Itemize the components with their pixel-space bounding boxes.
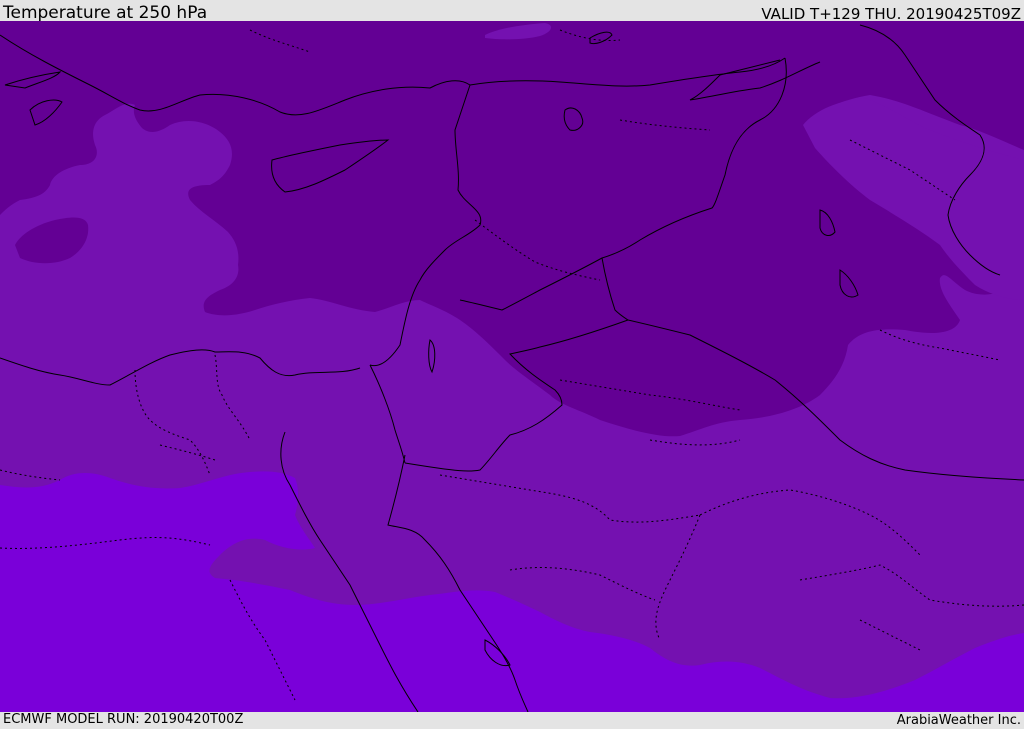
map-canvas [0, 21, 1024, 712]
header-bar: Temperature at 250 hPa VALID T+129 THU. … [0, 0, 1024, 23]
model-run-label: ECMWF MODEL RUN: 20190420T00Z [3, 712, 244, 727]
footer-bar: ECMWF MODEL RUN: 20190420T00Z ArabiaWeat… [0, 712, 1024, 729]
weather-map[interactable] [0, 21, 1024, 712]
map-title: Temperature at 250 hPa [3, 3, 208, 23]
credit-label: ArabiaWeather Inc. [896, 713, 1021, 728]
